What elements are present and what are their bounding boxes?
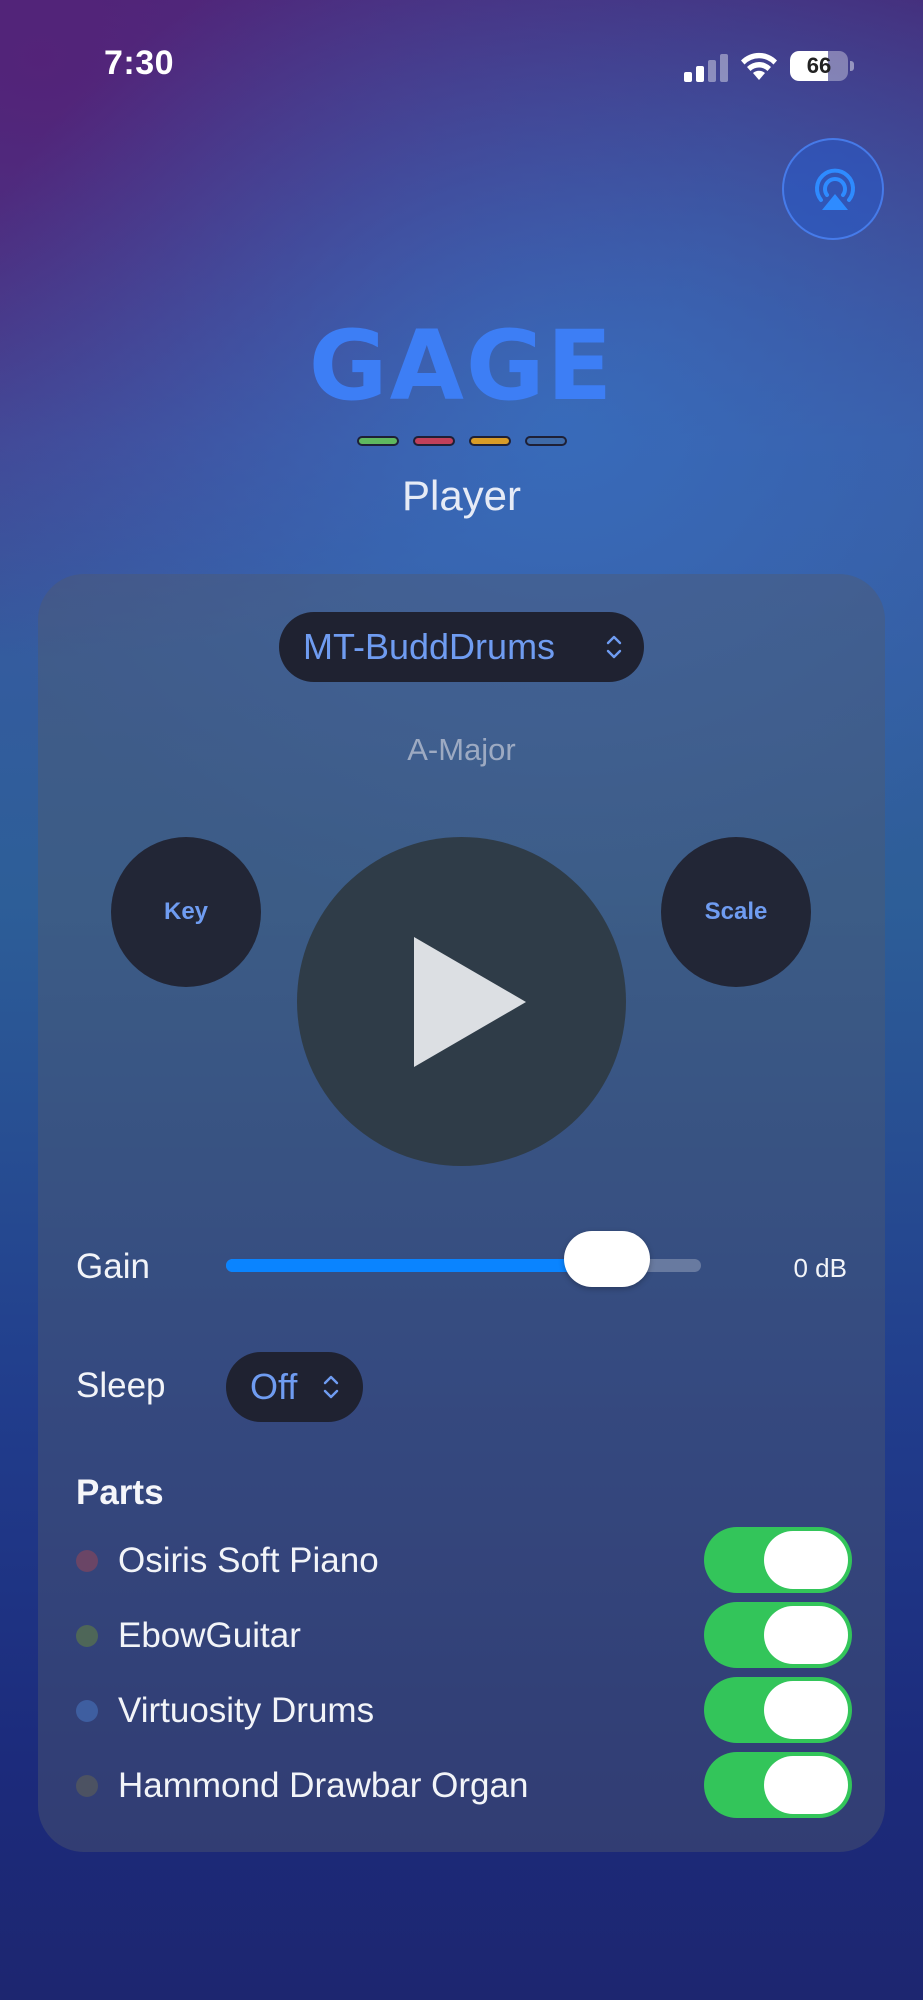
airplay-audio-icon xyxy=(815,168,855,210)
airplay-button[interactable] xyxy=(782,138,884,240)
part-toggle[interactable] xyxy=(704,1752,852,1818)
part-color-dot xyxy=(76,1550,98,1572)
toggle-knob xyxy=(764,1681,848,1739)
logo-color-dashes xyxy=(357,436,567,448)
scale-button[interactable]: Scale xyxy=(661,837,811,987)
sleep-label: Sleep xyxy=(76,1366,166,1405)
app-logo: GAGE xyxy=(308,310,615,422)
logo-dash xyxy=(525,436,567,446)
chevron-up-down-icon xyxy=(606,635,622,659)
part-color-dot xyxy=(76,1775,98,1797)
chevron-up-down-icon xyxy=(323,1375,339,1399)
status-time: 7:30 xyxy=(104,44,175,82)
logo-dash xyxy=(469,436,511,446)
cellular-signal-icon xyxy=(684,52,730,82)
battery-level: 66 xyxy=(806,53,832,78)
part-name: Hammond Drawbar Organ xyxy=(118,1766,529,1805)
gain-value: 0 dB xyxy=(793,1253,848,1283)
gain-slider-fill xyxy=(226,1259,607,1272)
key-scale-label: A-Major xyxy=(407,732,516,767)
part-row: Virtuosity Drums xyxy=(76,1677,852,1743)
logo-dash xyxy=(413,436,455,446)
part-row: EbowGuitar xyxy=(76,1602,852,1668)
gain-slider[interactable] xyxy=(226,1231,701,1287)
part-row: Osiris Soft Piano xyxy=(76,1527,852,1593)
key-button[interactable]: Key xyxy=(111,837,261,987)
parts-title: Parts xyxy=(76,1473,164,1512)
part-row: Hammond Drawbar Organ xyxy=(76,1752,852,1818)
toggle-knob xyxy=(764,1606,848,1664)
part-color-dot xyxy=(76,1625,98,1647)
preset-picker-label: MT-BuddDrums xyxy=(303,626,556,667)
gain-label: Gain xyxy=(76,1247,150,1286)
page-subtitle: Player xyxy=(401,472,522,519)
toggle-knob xyxy=(764,1531,848,1589)
gain-slider-thumb[interactable] xyxy=(564,1231,650,1287)
part-toggle[interactable] xyxy=(704,1602,852,1668)
battery-nub xyxy=(850,61,854,71)
part-toggle[interactable] xyxy=(704,1677,852,1743)
wifi-icon xyxy=(741,52,777,80)
battery-icon: 66 xyxy=(790,51,848,81)
preset-picker[interactable]: MT-BuddDrums xyxy=(279,612,644,682)
sleep-picker[interactable]: Off xyxy=(226,1352,363,1422)
play-button[interactable] xyxy=(297,837,626,1166)
part-color-dot xyxy=(76,1700,98,1722)
part-name: Osiris Soft Piano xyxy=(118,1541,379,1580)
part-name: EbowGuitar xyxy=(118,1616,301,1655)
sleep-picker-value: Off xyxy=(250,1366,298,1407)
part-toggle[interactable] xyxy=(704,1527,852,1593)
toggle-knob xyxy=(764,1756,848,1814)
part-name: Virtuosity Drums xyxy=(118,1691,375,1730)
logo-dash xyxy=(357,436,399,446)
play-icon xyxy=(414,937,526,1067)
